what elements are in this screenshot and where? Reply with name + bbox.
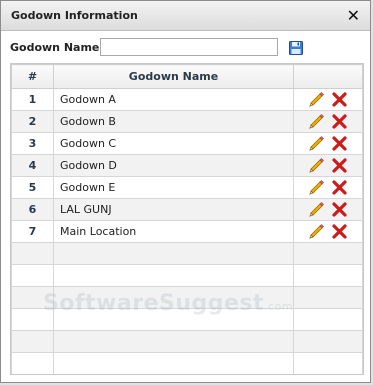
dialog-titlebar: Godown Information ✕	[1, 1, 370, 31]
table-header: # Godown Name	[11, 64, 363, 89]
empty-row	[11, 242, 363, 265]
delete-x-icon[interactable]	[331, 179, 348, 196]
godown-form: Godown Name	[10, 38, 303, 56]
edit-pencil-icon[interactable]	[308, 179, 325, 196]
floppy-save-icon[interactable]	[289, 40, 303, 55]
empty-cell	[293, 242, 363, 265]
row-actions	[293, 220, 363, 243]
empty-cell	[53, 330, 294, 353]
table-row[interactable]: 6 LAL GUNJ	[11, 198, 363, 221]
row-number: 2	[11, 110, 54, 133]
dialog-title: Godown Information	[11, 9, 138, 22]
edit-pencil-icon[interactable]	[308, 113, 325, 130]
empty-cell	[53, 308, 294, 331]
empty-cell	[11, 308, 54, 331]
table-row[interactable]: 2 Godown B	[11, 110, 363, 133]
empty-cell	[11, 264, 54, 287]
godown-name-label: Godown Name	[10, 40, 100, 54]
table-row[interactable]: 5 Godown E	[11, 176, 363, 199]
empty-cell	[293, 330, 363, 353]
delete-x-icon[interactable]	[331, 201, 348, 218]
row-godown-name: LAL GUNJ	[53, 198, 294, 221]
close-icon[interactable]: ✕	[347, 7, 360, 24]
delete-x-icon[interactable]	[331, 91, 348, 108]
empty-cell	[293, 352, 363, 374]
row-godown-name: Godown A	[53, 88, 294, 111]
table-row[interactable]: 1 Godown A	[11, 88, 363, 111]
row-actions	[293, 110, 363, 133]
row-godown-name: Godown E	[53, 176, 294, 199]
empty-cell	[293, 264, 363, 287]
table-row[interactable]: 7 Main Location	[11, 220, 363, 243]
edit-pencil-icon[interactable]	[308, 201, 325, 218]
col-number: #	[11, 64, 54, 89]
empty-row	[11, 286, 363, 309]
row-godown-name: Godown B	[53, 110, 294, 133]
edit-pencil-icon[interactable]	[308, 135, 325, 152]
empty-row	[11, 264, 363, 287]
row-actions	[293, 88, 363, 111]
col-godown-name: Godown Name	[53, 64, 294, 89]
row-actions	[293, 154, 363, 177]
delete-x-icon[interactable]	[331, 157, 348, 174]
empty-cell	[53, 352, 294, 374]
row-actions	[293, 176, 363, 199]
delete-x-icon[interactable]	[331, 113, 348, 130]
row-number: 7	[11, 220, 54, 243]
row-actions	[293, 132, 363, 155]
edit-pencil-icon[interactable]	[308, 91, 325, 108]
empty-cell	[11, 352, 54, 374]
empty-cell	[11, 330, 54, 353]
table-row[interactable]: 4 Godown D	[11, 154, 363, 177]
empty-cell	[293, 286, 363, 309]
empty-cell	[293, 308, 363, 331]
row-number: 6	[11, 198, 54, 221]
edit-pencil-icon[interactable]	[308, 157, 325, 174]
godown-dialog: Godown Information ✕ Godown Name # Godow…	[0, 0, 371, 383]
row-number: 1	[11, 88, 54, 111]
row-godown-name: Godown D	[53, 154, 294, 177]
empty-cell	[53, 286, 294, 309]
empty-cell	[11, 286, 54, 309]
godown-name-input[interactable]	[100, 38, 278, 56]
delete-x-icon[interactable]	[331, 135, 348, 152]
row-number: 3	[11, 132, 54, 155]
godown-table: # Godown Name 1 Godown A 2 Godown B 3 Godown …	[10, 63, 364, 375]
row-godown-name: Godown C	[53, 132, 294, 155]
row-number: 4	[11, 154, 54, 177]
empty-row	[11, 352, 363, 374]
row-godown-name: Main Location	[53, 220, 294, 243]
table-row[interactable]: 3 Godown C	[11, 132, 363, 155]
edit-pencil-icon[interactable]	[308, 223, 325, 240]
row-actions	[293, 198, 363, 221]
delete-x-icon[interactable]	[331, 223, 348, 240]
empty-row	[11, 330, 363, 353]
empty-row	[11, 308, 363, 331]
empty-cell	[11, 242, 54, 265]
row-number: 5	[11, 176, 54, 199]
empty-cell	[53, 242, 294, 265]
col-actions	[293, 64, 363, 89]
empty-cell	[53, 264, 294, 287]
